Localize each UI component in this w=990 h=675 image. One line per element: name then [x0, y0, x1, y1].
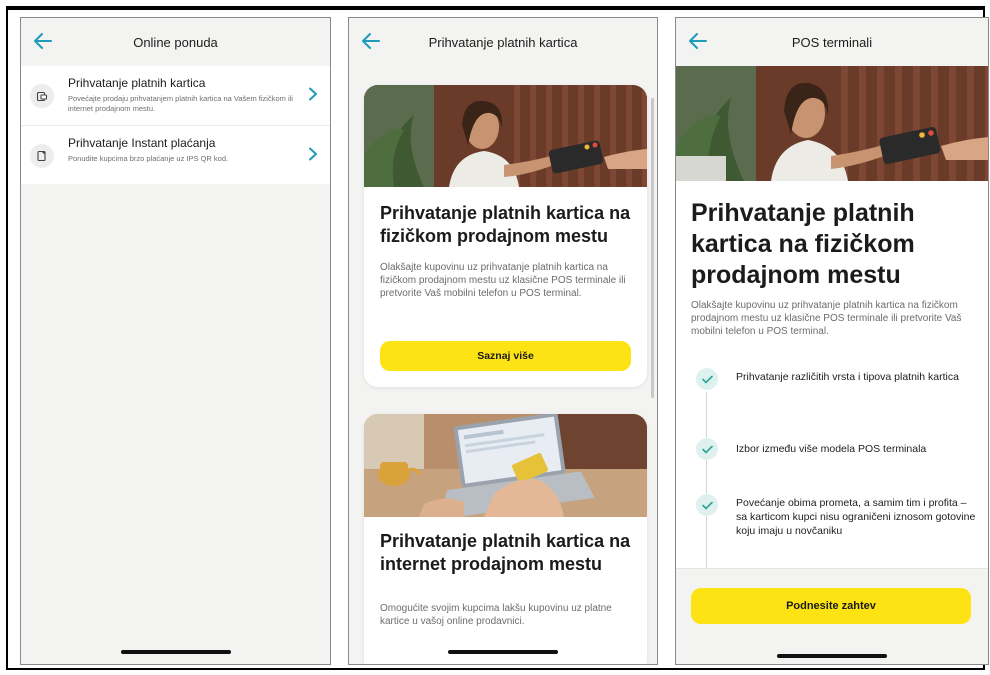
woman-pos-terminal-image	[364, 85, 647, 187]
page-title: Online ponuda	[133, 35, 218, 50]
screen-pos-terminals: POS terminali Prihvatanje platnih kartic…	[675, 17, 989, 665]
qr-payment-icon	[30, 144, 54, 168]
screen-card-acceptance: Prihvatanje platnih kartica Prihvatanje …	[348, 17, 658, 665]
list-item-title: Prihvatanje platnih kartica	[68, 76, 206, 90]
scrollbar[interactable]	[651, 98, 654, 398]
page-title: POS terminali	[791, 35, 873, 50]
chevron-right-icon	[308, 87, 318, 101]
home-indicator	[448, 650, 558, 654]
top-bar: Online ponuda	[21, 18, 330, 66]
check-icon	[696, 368, 718, 390]
timeline-line	[706, 392, 707, 570]
home-indicator	[120, 650, 231, 654]
home-indicator	[777, 654, 887, 658]
list-item-instant-payment[interactable]: Prihvatanje Instant plaćanja Ponudite ku…	[21, 126, 330, 184]
offer-card-physical[interactable]: Prihvatanje platnih kartica na fizičkom …	[364, 85, 647, 387]
list-item-card-acceptance[interactable]: Prihvatanje platnih kartica Povećajte pr…	[21, 66, 330, 126]
learn-more-button[interactable]: Saznaj više	[380, 341, 631, 371]
check-icon	[696, 494, 718, 516]
list-item-subtitle: Povećajte prodaju prihvatanjem platnih k…	[68, 94, 293, 113]
top-bar: Prihvatanje platnih kartica	[349, 18, 657, 66]
offer-list: Prihvatanje platnih kartica Povećajte pr…	[21, 66, 330, 184]
bottom-action-bar: Podnesite zahtev	[676, 568, 988, 664]
card-description: Omogućite svojim kupcima lakšu kupovinu …	[380, 603, 612, 627]
card-terminal-icon	[30, 84, 54, 108]
woman-pos-terminal-image	[676, 66, 988, 181]
list-item-title: Prihvatanje Instant plaćanja	[68, 136, 216, 150]
check-icon	[696, 438, 718, 460]
card-description: Olakšajte kupovinu uz prihvatanje platni…	[380, 262, 626, 299]
feature-text: Izbor između više modela POS terminala	[736, 443, 927, 455]
page-title: Prihvatanje platnih kartica	[428, 35, 578, 50]
list-item-subtitle: Ponudite kupcima brzo plaćanje uz IPS QR…	[68, 154, 229, 163]
card-title: Prihvatanje platnih kartica na internet …	[380, 531, 631, 574]
page-heading: Prihvatanje platnih kartica na fizičkom …	[691, 199, 915, 289]
feature-text: Povećanje obima prometa, a samim tim i p…	[736, 497, 976, 537]
feature-text: Prihvatanje različitih vrsta i tipova pl…	[736, 371, 959, 383]
top-bar: POS terminali	[676, 18, 988, 66]
screen-online-ponuda: Online ponuda Prihvatanje platnih kartic…	[20, 17, 331, 665]
submit-request-button[interactable]: Podnesite zahtev	[691, 588, 971, 624]
card-title: Prihvatanje platnih kartica na fizičkom …	[380, 203, 631, 246]
chevron-right-icon	[308, 147, 318, 161]
laptop-card-payment-image	[364, 414, 647, 517]
page-description: Olakšajte kupovinu uz prihvatanje platni…	[691, 300, 962, 337]
offer-card-internet[interactable]: Prihvatanje platnih kartica na internet …	[364, 414, 647, 664]
